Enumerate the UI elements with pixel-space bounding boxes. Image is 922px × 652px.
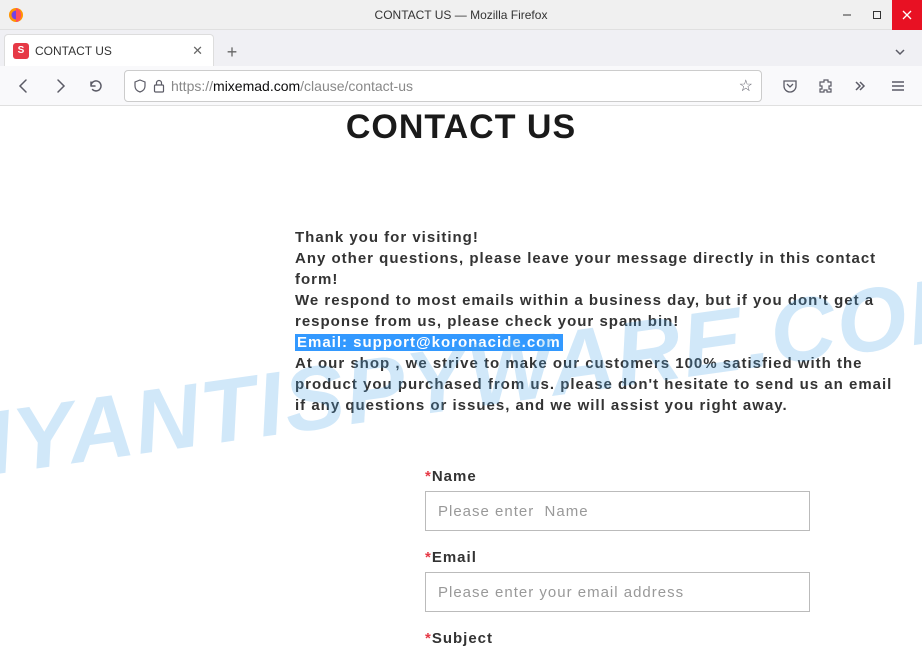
name-label: *Name	[425, 468, 810, 485]
contact-p4: At our shop , we strive to make our cust…	[295, 353, 902, 416]
url-domain: mixemad.com	[213, 78, 300, 94]
page-heading: CONTACT US	[20, 108, 902, 147]
new-tab-button[interactable]: +	[218, 38, 246, 66]
tab-close-icon[interactable]: ✕	[190, 43, 205, 59]
contact-form: *Name *Email *Subject	[425, 468, 810, 652]
lock-icon	[153, 79, 165, 93]
reload-button[interactable]	[80, 70, 112, 102]
browser-tab[interactable]: S CONTACT US ✕	[4, 34, 214, 66]
pocket-button[interactable]	[774, 70, 806, 102]
tab-bar: S CONTACT US ✕ +	[0, 30, 922, 66]
contact-email-highlight: Email: support@koronacide.com	[295, 334, 563, 351]
window-title: CONTACT US — Mozilla Firefox	[375, 8, 548, 22]
url-text: https://mixemad.com/clause/contact-us	[171, 78, 733, 94]
firefox-icon	[8, 7, 24, 23]
tab-favicon: S	[13, 43, 29, 59]
subject-label: *Subject	[425, 630, 810, 647]
email-input[interactable]	[425, 572, 810, 612]
overflow-button[interactable]	[846, 70, 878, 102]
tab-title: CONTACT US	[35, 44, 184, 58]
minimize-button[interactable]	[832, 0, 862, 30]
window-titlebar: CONTACT US — Mozilla Firefox	[0, 0, 922, 30]
extensions-button[interactable]	[810, 70, 842, 102]
contact-description: Thank you for visiting! Any other questi…	[295, 227, 902, 416]
menu-button[interactable]	[882, 70, 914, 102]
close-button[interactable]	[892, 0, 922, 30]
url-path: /clause/contact-us	[300, 78, 413, 94]
name-input[interactable]	[425, 491, 810, 531]
back-button[interactable]	[8, 70, 40, 102]
bookmark-star-icon[interactable]: ☆	[739, 76, 753, 96]
contact-p1: Thank you for visiting!	[295, 227, 902, 248]
shield-icon	[133, 79, 147, 93]
email-label: *Email	[425, 549, 810, 566]
window-controls	[832, 0, 922, 29]
url-protocol: https://	[171, 78, 213, 94]
page-content: MYANTISPYWARE.COM CONTACT US Thank you f…	[0, 106, 922, 652]
forward-button[interactable]	[44, 70, 76, 102]
tabs-dropdown-button[interactable]	[886, 38, 914, 66]
nav-bar: https://mixemad.com/clause/contact-us ☆	[0, 66, 922, 106]
contact-p2: Any other questions, please leave your m…	[295, 248, 902, 290]
contact-p3: We respond to most emails within a busin…	[295, 290, 902, 332]
url-bar[interactable]: https://mixemad.com/clause/contact-us ☆	[124, 70, 762, 102]
maximize-button[interactable]	[862, 0, 892, 30]
